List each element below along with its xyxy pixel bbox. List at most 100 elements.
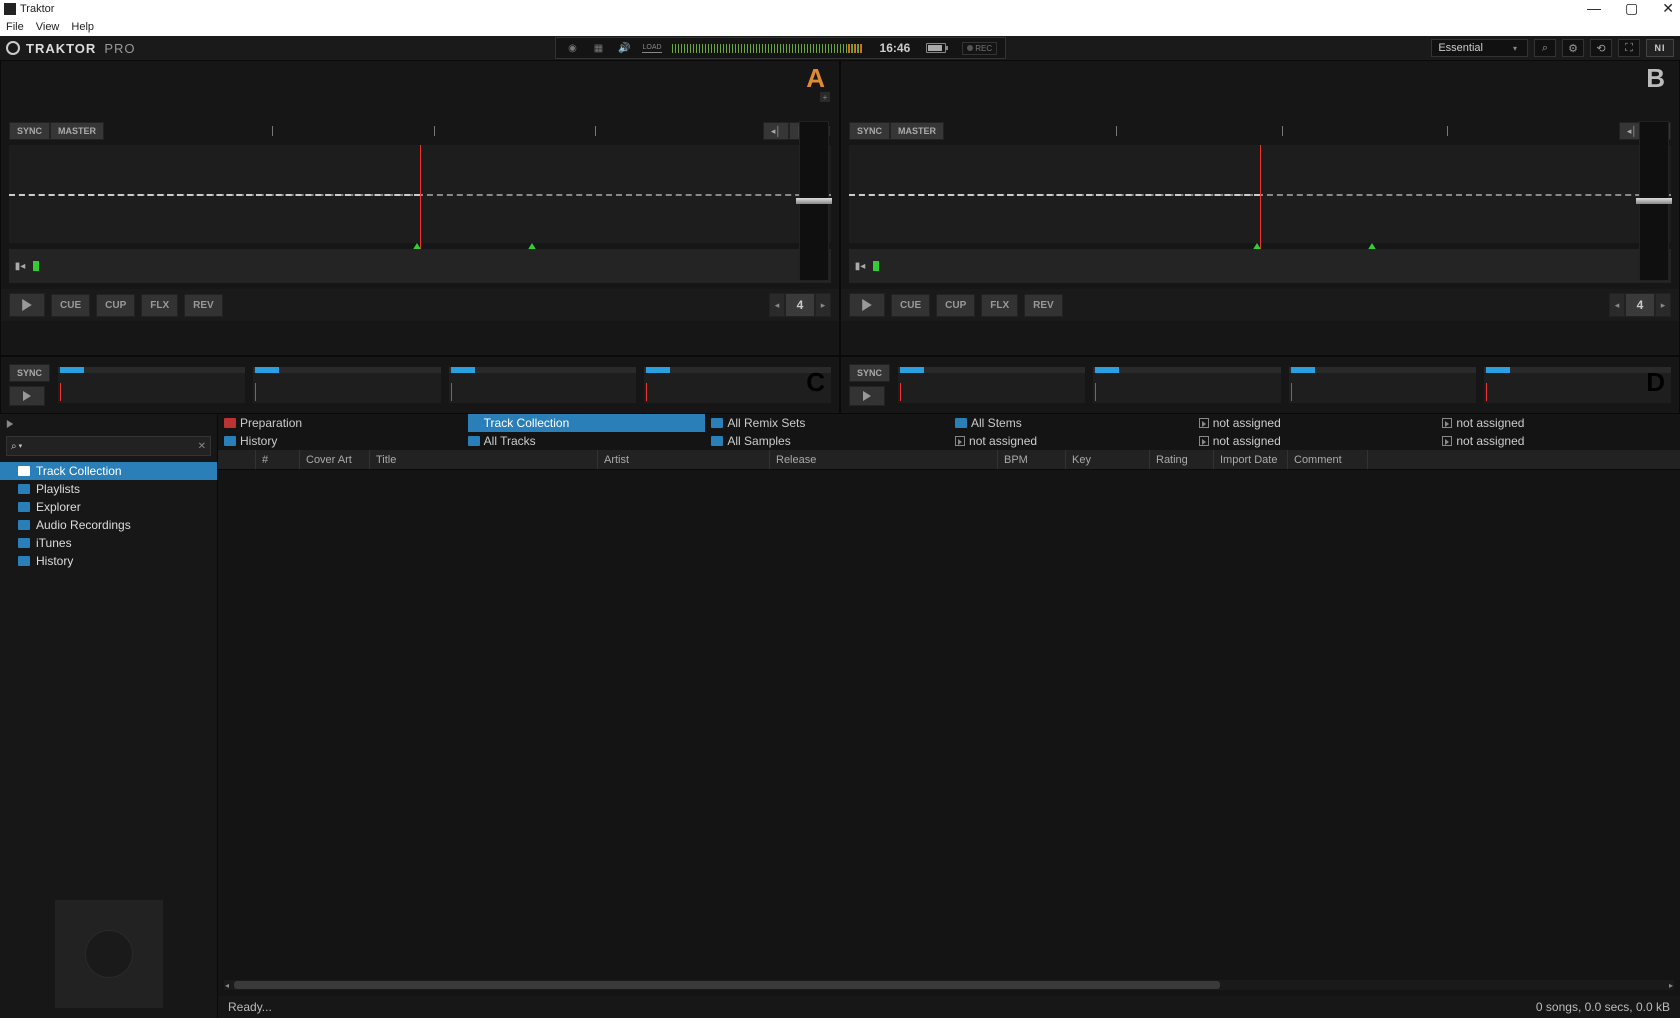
deck-a-loop-inc-button[interactable]: ▸	[815, 293, 831, 317]
clear-search-icon[interactable]: ✕	[198, 441, 206, 452]
skip-start-icon[interactable]: ▮◂	[853, 259, 867, 273]
deck-b-flx-button[interactable]: FLX	[981, 294, 1018, 317]
favorite-all-stems[interactable]: All Stems	[955, 414, 1193, 432]
menu-file[interactable]: File	[6, 21, 24, 33]
search-icon[interactable]: ⌕	[1534, 39, 1556, 57]
favorite-label: Preparation	[240, 416, 302, 430]
deck-a-loop-size[interactable]: 4	[785, 293, 815, 317]
horizontal-scrollbar[interactable]: ◂ ▸	[224, 980, 1674, 990]
column-header-bpm[interactable]: BPM	[998, 450, 1066, 469]
layout-dropdown[interactable]: Essential▾	[1431, 39, 1528, 57]
column-header-release[interactable]: Release	[770, 450, 998, 469]
favorite-all-tracks[interactable]: All Tracks	[468, 432, 706, 450]
deck-a-flx-button[interactable]: FLX	[141, 294, 178, 317]
fullscreen-icon[interactable]: ⛶	[1618, 39, 1640, 57]
tree-item-explorer[interactable]: Explorer	[0, 498, 217, 516]
column-header-number[interactable]: #	[256, 450, 300, 469]
menu-help[interactable]: Help	[71, 21, 94, 33]
deck-c-play-button[interactable]	[9, 386, 45, 406]
menu-view[interactable]: View	[36, 21, 60, 33]
favorite-not-assigned[interactable]: not assigned	[1199, 432, 1437, 450]
tracklist[interactable]: ◂ ▸	[218, 470, 1680, 996]
column-header-key[interactable]: Key	[1066, 450, 1150, 469]
column-header-artist[interactable]: Artist	[598, 450, 770, 469]
favorite-not-assigned[interactable]: not assigned	[1442, 432, 1680, 450]
favorite-all-samples[interactable]: All Samples	[711, 432, 949, 450]
favorite-history[interactable]: History	[224, 432, 462, 450]
favorite-not-assigned[interactable]: not assigned	[955, 432, 1193, 450]
column-header-comment[interactable]: Comment	[1288, 450, 1368, 469]
tree-item-label: Track Collection	[36, 464, 122, 478]
search-input[interactable]: ⌕ ▾ ✕	[6, 436, 211, 456]
deck-b-loop-size[interactable]: 4	[1625, 293, 1655, 317]
deck-c-sync-button[interactable]: SYNC	[9, 364, 50, 382]
deck-d-slot-1[interactable]	[898, 367, 1085, 403]
deck-a-tempo-fader[interactable]	[799, 121, 829, 281]
ni-logo-icon[interactable]: NI	[1646, 39, 1674, 57]
column-header-rating[interactable]: Rating	[1150, 450, 1214, 469]
deck-b-waveform[interactable]	[849, 145, 1671, 243]
favorite-label: not assigned	[1456, 416, 1524, 430]
favorite-not-assigned[interactable]: not assigned	[1442, 414, 1680, 432]
app-name: TRAKTOR	[26, 41, 96, 56]
deck-b-tempo-fader[interactable]	[1639, 121, 1669, 281]
deck-a-rev-button[interactable]: REV	[184, 294, 223, 317]
scrollbar-thumb[interactable]	[234, 981, 1220, 989]
column-header-cover-art[interactable]: Cover Art	[300, 450, 370, 469]
favorite-track-collection[interactable]: Track Collection	[468, 414, 706, 432]
favorite-all-remix-sets[interactable]: All Remix Sets	[711, 414, 949, 432]
tree-item-playlists[interactable]: Playlists	[0, 480, 217, 498]
metronome-icon[interactable]: ◉	[564, 41, 580, 55]
deck-d-play-button[interactable]	[849, 386, 885, 406]
deck-b-cup-button[interactable]: CUP	[936, 294, 975, 317]
tree-item-history[interactable]: History	[0, 552, 217, 570]
deck-b-overview[interactable]: ▮◂ ♩	[849, 249, 1671, 283]
window-maximize-button[interactable]: ▢	[1625, 0, 1638, 17]
deck-a-loop-dec-button[interactable]: ◂	[769, 293, 785, 317]
deck-c-slot-4[interactable]	[644, 367, 831, 403]
deck-a-master-button[interactable]: MASTER	[50, 122, 104, 140]
deck-d-slot-4[interactable]	[1484, 367, 1671, 403]
column-header-title[interactable]: Title	[370, 450, 598, 469]
deck-c-slot-3[interactable]	[449, 367, 636, 403]
deck-d-slot-2[interactable]	[1093, 367, 1280, 403]
unassigned-icon	[955, 436, 965, 446]
deck-b-loop-dec-button[interactable]: ◂	[1609, 293, 1625, 317]
deck-c-slot-1[interactable]	[58, 367, 245, 403]
deck-a-sync-button[interactable]: SYNC	[9, 122, 50, 140]
favorite-preparation[interactable]: Preparation	[224, 414, 462, 432]
deck-a-play-button[interactable]	[9, 293, 45, 317]
window-close-button[interactable]: ✕	[1662, 0, 1674, 17]
cruise-icon[interactable]: ⟲	[1590, 39, 1612, 57]
scroll-right-icon[interactable]: ▸	[1666, 980, 1676, 990]
settings-gear-icon[interactable]: ⚙	[1562, 39, 1584, 57]
record-button[interactable]: REC	[962, 42, 997, 55]
tree-item-audio-recordings[interactable]: Audio Recordings	[0, 516, 217, 534]
deck-b-rev-button[interactable]: REV	[1024, 294, 1063, 317]
window-minimize-button[interactable]: —	[1587, 0, 1601, 17]
deck-a-overview[interactable]: ▮◂ ♩	[9, 249, 831, 283]
deck-d-sync-button[interactable]: SYNC	[849, 364, 890, 382]
deck-d-letter: D	[1646, 367, 1665, 398]
deck-a-cup-button[interactable]: CUP	[96, 294, 135, 317]
deck-b-master-button[interactable]: MASTER	[890, 122, 944, 140]
quantize-icon[interactable]: ▦	[590, 41, 606, 55]
skip-start-icon[interactable]: ▮◂	[13, 259, 27, 273]
deck-b-sync-button[interactable]: SYNC	[849, 122, 890, 140]
deck-a-cue-button[interactable]: CUE	[51, 294, 90, 317]
deck-b-loop-inc-button[interactable]: ▸	[1655, 293, 1671, 317]
deck-a-waveform[interactable]	[9, 145, 831, 243]
scroll-left-icon[interactable]: ◂	[222, 980, 232, 990]
tree-item-itunes[interactable]: iTunes	[0, 534, 217, 552]
deck-c-slot-2[interactable]	[253, 367, 440, 403]
column-header-import-date[interactable]: Import Date	[1214, 450, 1288, 469]
preview-play-button[interactable]	[0, 414, 217, 434]
favorite-not-assigned[interactable]: not assigned	[1199, 414, 1437, 432]
app-edition: PRO	[104, 41, 135, 56]
deck-b-cue-button[interactable]: CUE	[891, 294, 930, 317]
deck-a-prev-button[interactable]: ◂│	[763, 122, 789, 140]
deck-d-slot-3[interactable]	[1289, 367, 1476, 403]
speaker-icon[interactable]: 🔊	[616, 41, 632, 55]
tree-item-track-collection[interactable]: Track Collection	[0, 462, 217, 480]
deck-b-play-button[interactable]	[849, 293, 885, 317]
